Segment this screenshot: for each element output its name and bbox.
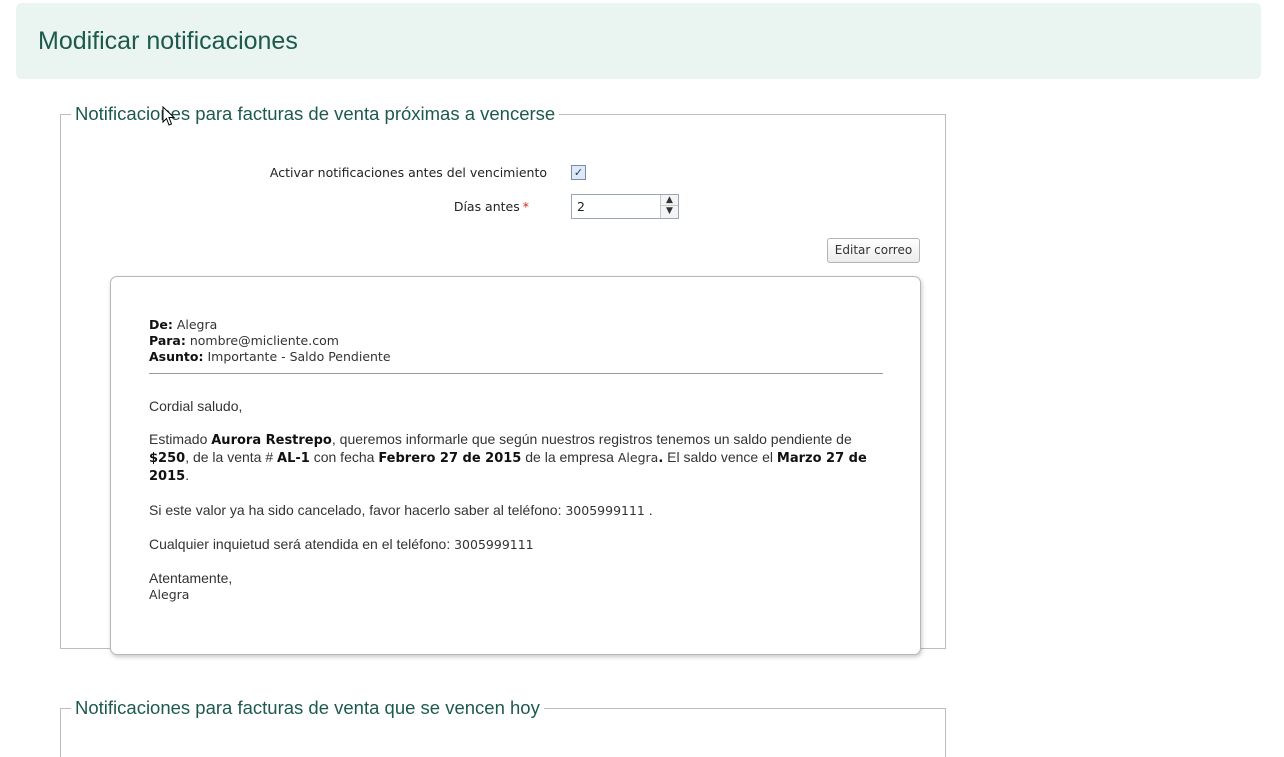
email-to-value: nombre@micliente.com	[189, 333, 339, 348]
email-from-label: De:	[149, 317, 173, 332]
email-subject-label: Asunto:	[149, 349, 204, 364]
email-signature: Alegra	[149, 587, 190, 602]
email-body: Cordial saludo, Estimado Aurora Restrepo…	[149, 398, 869, 620]
email-subject-value: Importante - Saldo Pendiente	[207, 349, 391, 364]
days-before-value[interactable]: 2	[577, 199, 585, 214]
phone-number-1: 3005999111	[565, 503, 645, 518]
due-today-notifications-legend: Notificaciones para facturas de venta qu…	[75, 697, 540, 718]
upcoming-notifications-legend: Notificaciones para facturas de venta pr…	[75, 103, 556, 124]
email-paragraph-balance: Estimado Aurora Restrepo, queremos infor…	[149, 431, 867, 484]
email-preview: De: Alegra Para: nombre@micliente.com As…	[110, 276, 921, 655]
balance-amount: $250	[149, 451, 186, 466]
email-greeting: Cordial saludo,	[149, 398, 243, 414]
client-name: Aurora Restrepo	[211, 433, 332, 448]
edit-email-button[interactable]: Editar correo	[827, 238, 920, 263]
email-subject: Asunto: Importante - Saldo Pendiente	[149, 349, 883, 365]
mouse-cursor-icon	[162, 106, 176, 126]
email-to: Para: nombre@micliente.com	[149, 333, 883, 349]
page-header: Modificar notificaciones	[16, 3, 1261, 79]
days-before-label: Días antes *	[61, 199, 529, 214]
check-icon: ✓	[573, 166, 584, 179]
email-from-value: Alegra	[176, 317, 218, 332]
days-before-stepper[interactable]: 2 ▲ ▼	[571, 194, 679, 219]
stepper-down-icon[interactable]: ▼	[661, 206, 678, 217]
stepper-buttons: ▲ ▼	[660, 195, 678, 218]
sale-date: Febrero 27 de 2015	[378, 451, 522, 466]
due-today-notifications-section: Notificaciones para facturas de venta qu…	[60, 697, 946, 757]
email-header: De: Alegra Para: nombre@micliente.com As…	[149, 317, 883, 374]
phone-number-2: 3005999111	[454, 537, 534, 552]
email-from: De: Alegra	[149, 317, 883, 333]
email-paragraph-paid: Si este valor ya ha sido cancelado, favo…	[149, 502, 653, 518]
sale-number: AL-1	[277, 451, 310, 466]
email-to-label: Para:	[149, 333, 186, 348]
days-before-label-text: Días antes	[453, 199, 520, 214]
activate-notifications-label: Activar notificaciones antes del vencimi…	[269, 165, 547, 180]
page-title: Modificar notificaciones	[38, 27, 298, 55]
activate-notifications-checkbox[interactable]: ✓	[571, 165, 586, 180]
required-marker: *	[522, 199, 529, 214]
email-closing: Atentamente, Alegra	[149, 570, 233, 602]
company-name: Alegra	[617, 450, 659, 465]
email-paragraph-contact: Cualquier inquietud será atendida en el …	[149, 536, 534, 552]
stepper-up-icon[interactable]: ▲	[661, 195, 678, 206]
upcoming-notifications-section: Notificaciones para facturas de venta pr…	[60, 103, 946, 655]
